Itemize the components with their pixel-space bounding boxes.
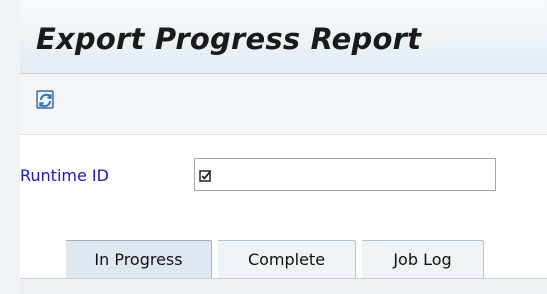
tab-strip-bottom bbox=[20, 278, 547, 294]
checkbox-icon bbox=[199, 170, 212, 182]
runtime-id-label: Runtime ID bbox=[20, 166, 109, 185]
export-progress-report-screen: Export Progress Report Runtime ID In Pro… bbox=[0, 0, 547, 294]
toolbar bbox=[20, 74, 547, 134]
tab-job-log[interactable]: Job Log bbox=[362, 240, 484, 278]
refresh-button[interactable] bbox=[34, 88, 58, 112]
tab-in-progress[interactable]: In Progress bbox=[66, 240, 212, 278]
refresh-icon bbox=[36, 90, 54, 109]
tab-job-log-label: Job Log bbox=[393, 250, 452, 269]
tab-complete[interactable]: Complete bbox=[218, 240, 356, 278]
page-title: Export Progress Report bbox=[36, 22, 422, 56]
runtime-id-field[interactable] bbox=[194, 158, 496, 191]
tab-in-progress-label: In Progress bbox=[94, 250, 183, 269]
left-strip bbox=[0, 0, 20, 294]
tab-complete-label: Complete bbox=[247, 250, 326, 269]
toolbar-divider bbox=[20, 134, 547, 135]
